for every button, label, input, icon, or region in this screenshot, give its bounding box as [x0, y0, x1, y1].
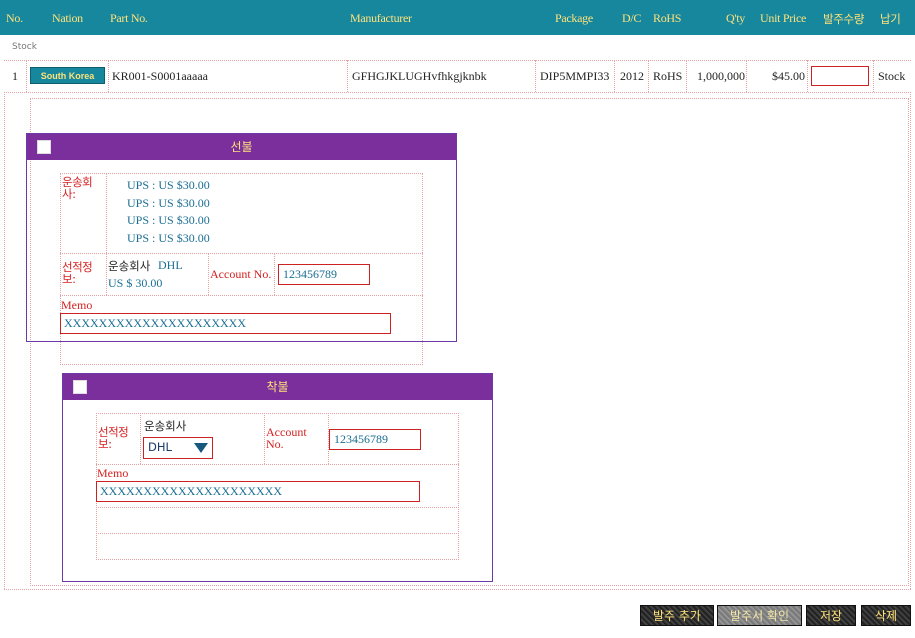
column-divider	[686, 60, 687, 92]
header-lead-time: 납기	[880, 12, 901, 26]
column-divider	[614, 60, 615, 92]
collect-table-divider	[140, 413, 141, 464]
header-package: Package	[555, 11, 593, 25]
header-dc: D/C	[622, 11, 642, 25]
prepaid-table-divider	[208, 253, 209, 295]
unit-price-value: $45.00	[772, 69, 805, 83]
row-no: 1	[12, 69, 18, 83]
collect-table-divider	[264, 413, 265, 464]
stock-sub-label: Stock	[12, 42, 37, 52]
collect-memo-input[interactable]: XXXXXXXXXXXXXXXXXXXXX	[96, 481, 420, 502]
prepaid-shipping-info-label: 선적정보:	[62, 260, 93, 286]
table-header: No. Nation Part No. Manufacturer Package…	[0, 0, 915, 35]
header-no: No.	[6, 11, 23, 25]
collect-table-divider	[96, 464, 459, 465]
column-divider	[108, 60, 109, 92]
frame-divider	[4, 92, 5, 589]
nation-badge: South Korea	[30, 67, 105, 84]
dc-value: 2012	[620, 69, 644, 83]
carrier-option[interactable]: UPS : US $30.00	[127, 178, 210, 193]
collect-title: 착불	[266, 380, 289, 394]
frame-divider	[4, 589, 911, 590]
collect-panel-header: 착불	[63, 374, 492, 400]
prepaid-memo-input[interactable]: XXXXXXXXXXXXXXXXXXXXX	[60, 313, 391, 334]
collect-table-divider	[96, 507, 459, 508]
prepaid-carrier-name: DHL	[158, 258, 183, 272]
header-nation: Nation	[52, 11, 83, 25]
column-divider	[535, 60, 536, 92]
prepaid-carrier-label: 운송회사:	[62, 175, 93, 201]
collect-account-label: Account No.	[266, 425, 307, 451]
column-divider	[648, 60, 649, 92]
collect-carrier-prefix: 운송회사	[144, 419, 187, 433]
delete-button[interactable]: 삭제	[861, 605, 911, 626]
prepaid-table-divider	[106, 253, 107, 295]
collect-memo-label: Memo	[97, 466, 129, 480]
collect-shipping-info-label: 선적정보:	[98, 425, 129, 451]
column-divider	[807, 60, 808, 92]
column-divider	[347, 60, 348, 92]
lead-time-value: Stock	[878, 69, 906, 83]
column-divider	[873, 60, 874, 92]
header-unit-price: Unit Price	[760, 11, 806, 25]
prepaid-carrier-price: US $ 30.00	[108, 276, 163, 290]
prepaid-title: 선불	[230, 140, 253, 154]
carrier-option[interactable]: UPS : US $30.00	[127, 196, 210, 211]
confirm-order-button[interactable]: 발주서 확인	[717, 605, 802, 626]
manufacturer-value: GFHGJKLUGHvfhkgjknbk	[352, 69, 487, 83]
collect-checkbox[interactable]	[73, 380, 87, 394]
prepaid-carrier-prefix: 운송회사	[108, 259, 151, 273]
prepaid-table-divider	[106, 173, 107, 253]
prepaid-checkbox[interactable]	[37, 140, 51, 154]
prepaid-table-divider	[60, 253, 423, 254]
order-qty-input[interactable]	[811, 66, 869, 86]
qty-value: 1,000,000	[697, 69, 745, 83]
row-divider	[4, 92, 911, 93]
package-value: DIP5MMPI33	[540, 69, 610, 83]
carrier-option[interactable]: UPS : US $30.00	[127, 213, 210, 228]
save-button[interactable]: 저장	[806, 605, 856, 626]
frame-divider	[910, 92, 911, 589]
collect-carrier-selected: DHL	[148, 440, 172, 454]
header-part-no: Part No.	[110, 11, 148, 25]
prepaid-memo-label: Memo	[61, 298, 93, 312]
header-qty: Q'ty	[726, 11, 745, 25]
prepaid-table-divider	[274, 253, 275, 295]
chevron-down-icon	[194, 443, 208, 453]
prepaid-account-input[interactable]: 123456789	[278, 264, 370, 285]
prepaid-panel-header: 선불	[27, 134, 456, 160]
add-order-button[interactable]: 발주 추가	[640, 605, 714, 626]
collect-carrier-select[interactable]: DHL	[143, 437, 213, 459]
prepaid-account-label: Account No.	[210, 267, 272, 281]
collect-table-divider	[96, 533, 459, 534]
collect-account-input[interactable]: 123456789	[329, 429, 421, 450]
prepaid-table-divider	[60, 295, 423, 296]
carrier-option[interactable]: UPS : US $30.00	[127, 231, 210, 246]
header-order-qty: 발주수량	[823, 12, 865, 26]
header-manufacturer: Manufacturer	[350, 11, 412, 25]
part-no-value: KR001-S0001aaaaa	[112, 69, 208, 83]
row-divider	[4, 60, 911, 61]
column-divider	[746, 60, 747, 92]
rohs-value: RoHS	[653, 69, 683, 83]
header-rohs: RoHS	[653, 11, 682, 25]
column-divider	[26, 60, 27, 92]
